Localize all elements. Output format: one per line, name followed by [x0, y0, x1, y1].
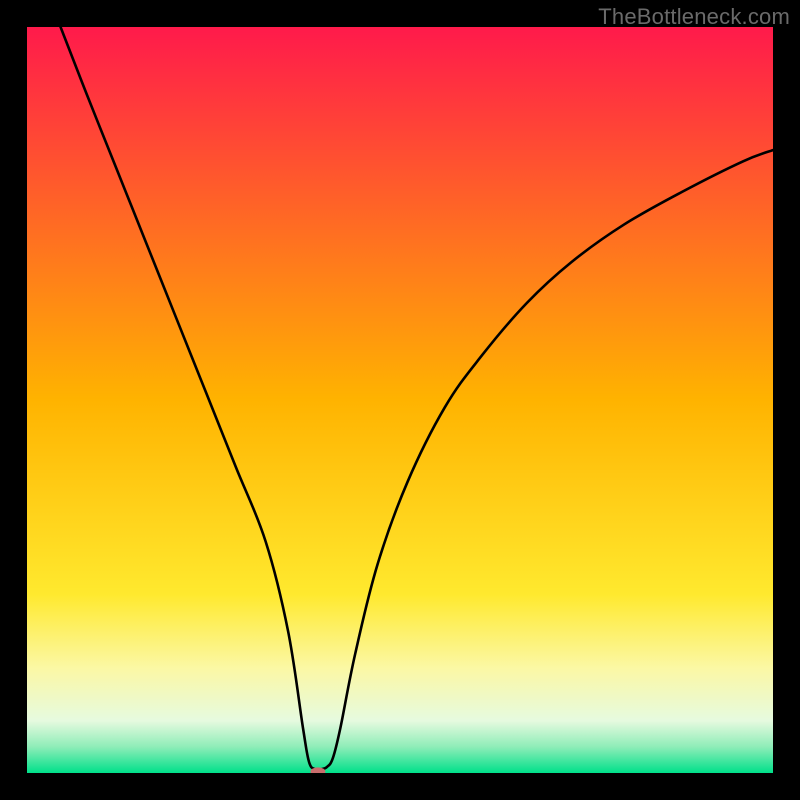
gradient-background	[27, 27, 773, 773]
plot-area	[27, 27, 773, 773]
chart-frame: TheBottleneck.com	[0, 0, 800, 800]
watermark-text: TheBottleneck.com	[598, 4, 790, 30]
plot-svg	[27, 27, 773, 773]
